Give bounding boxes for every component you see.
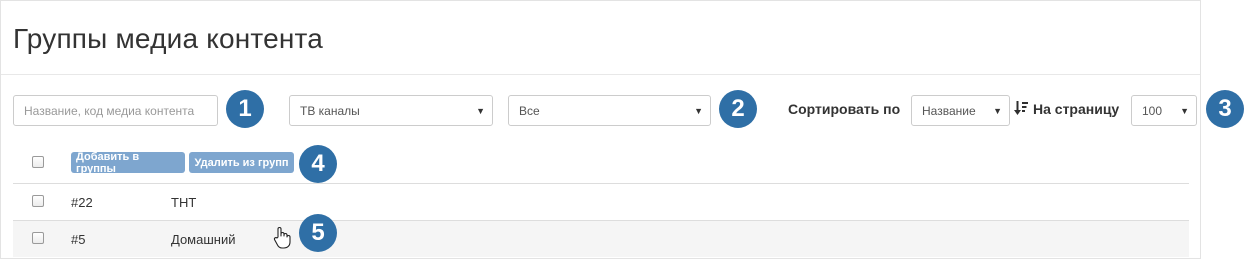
status-select[interactable]: Все ▼ (508, 95, 711, 126)
per-page-select-value: 100 (1142, 103, 1163, 118)
hand-cursor-icon (273, 227, 291, 249)
panel-header: Группы медиа контента (1, 1, 1200, 75)
per-page-label: На страницу (1033, 101, 1120, 117)
callout-1: 1 (226, 90, 264, 128)
search-input[interactable]: Название, код медиа контента (13, 95, 218, 126)
row-name[interactable]: ТНТ (171, 195, 196, 210)
sort-select-value: Название (922, 103, 976, 118)
sort-select[interactable]: Название ▼ (911, 95, 1010, 126)
row-divider (13, 183, 1189, 184)
row-name[interactable]: Домашний (171, 232, 235, 247)
chevron-down-icon: ▼ (993, 105, 1002, 116)
page-title: Группы медиа контента (13, 23, 324, 54)
chevron-down-icon: ▼ (694, 105, 703, 116)
callout-5: 5 (299, 214, 337, 252)
callout-3: 3 (1206, 90, 1244, 128)
chevron-down-icon: ▼ (476, 105, 485, 116)
type-select-value: ТВ каналы (300, 103, 360, 118)
status-select-value: Все (519, 103, 540, 118)
per-page-select[interactable]: 100 ▼ (1131, 95, 1197, 126)
chevron-down-icon: ▼ (1180, 105, 1189, 116)
type-select[interactable]: ТВ каналы ▼ (289, 95, 493, 126)
sort-label: Сортировать по (788, 101, 901, 117)
callout-2: 2 (719, 90, 757, 128)
row-checkbox[interactable] (32, 195, 44, 207)
sort-direction-icon[interactable] (1014, 100, 1029, 116)
select-all-checkbox[interactable] (32, 156, 44, 168)
row-id: #22 (71, 195, 93, 210)
callout-4: 4 (299, 145, 337, 183)
row-id: #5 (71, 232, 86, 247)
remove-from-groups-button[interactable]: Удалить из групп (189, 152, 294, 173)
add-to-groups-button[interactable]: Добавить в группы (71, 151, 185, 175)
row-checkbox[interactable] (32, 232, 44, 244)
